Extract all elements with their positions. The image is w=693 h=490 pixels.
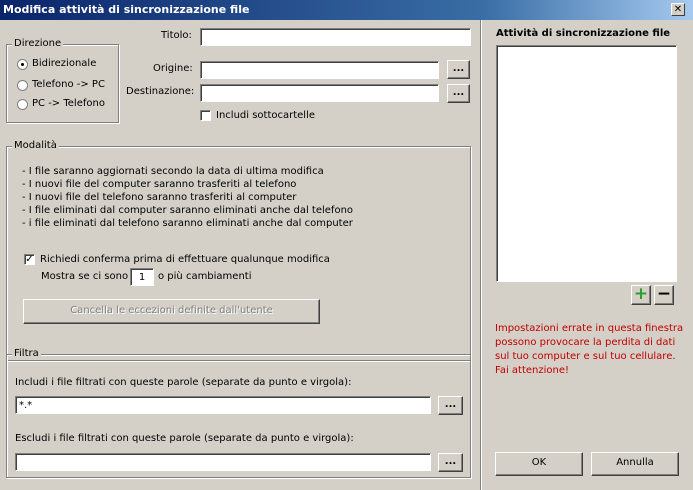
destination-input[interactable] bbox=[200, 84, 439, 102]
include-subfolders-checkbox[interactable] bbox=[200, 110, 211, 121]
add-task-button[interactable]: + bbox=[631, 285, 651, 305]
include-subfolders-label[interactable]: Includi sottocartelle bbox=[216, 110, 315, 122]
sync-tasks-heading: Attività di sincronizzazione file bbox=[496, 28, 671, 39]
mode-legend: Modalità bbox=[12, 140, 59, 152]
title-bar: Modifica attività di sincronizzazione fi… bbox=[0, 0, 693, 20]
include-filter-label: Includi i file filtrati con queste parol… bbox=[15, 377, 352, 388]
mode-line: - I nuovi file del computer saranno tras… bbox=[22, 179, 297, 190]
origin-label: Origine: bbox=[153, 63, 193, 74]
filter-legend: Filtra bbox=[12, 348, 41, 360]
include-filter-browse-button[interactable]: ... bbox=[438, 396, 463, 415]
radio-bidirectional-label[interactable]: Bidirezionale bbox=[32, 58, 96, 70]
mode-line: - I file eliminati dal computer saranno … bbox=[22, 205, 354, 216]
mode-line: - i file eliminati dal telefono saranno … bbox=[22, 218, 353, 229]
exclude-filter-browse-button[interactable]: ... bbox=[438, 453, 463, 472]
title-input[interactable] bbox=[200, 28, 471, 46]
sync-tasks-panel: Attività di sincronizzazione file + − Im… bbox=[480, 20, 693, 490]
confirm-checkbox[interactable]: ✓ bbox=[24, 254, 35, 265]
close-button[interactable]: ✕ bbox=[671, 3, 685, 16]
sync-tasks-list[interactable] bbox=[496, 45, 677, 282]
change-count-input[interactable] bbox=[130, 268, 154, 286]
show-suffix-label: o più cambiamenti bbox=[158, 271, 252, 282]
exclude-filter-label: Escludi i file filtrati con queste parol… bbox=[15, 433, 354, 444]
show-prefix-label: Mostra se ci sono bbox=[41, 271, 129, 282]
exclude-filter-input[interactable] bbox=[15, 453, 431, 471]
include-filter-input[interactable] bbox=[15, 396, 431, 414]
mode-line: - I nuovi file del telefono saranno tras… bbox=[22, 192, 297, 203]
window-title: Modifica attività di sincronizzazione fi… bbox=[3, 3, 250, 16]
destination-label: Destinazione: bbox=[126, 86, 195, 97]
remove-task-button[interactable]: − bbox=[654, 285, 674, 305]
warning-text: Impostazioni errate in questa finestra p… bbox=[495, 323, 684, 376]
mode-line: - I file saranno aggiornati secondo la d… bbox=[22, 166, 324, 177]
cancel-button[interactable]: Annulla bbox=[591, 452, 679, 476]
clear-exceptions-button[interactable]: Cancella le eccezioni definite dall'uten… bbox=[23, 299, 320, 324]
mode-description: - I file saranno aggiornati secondo la d… bbox=[22, 165, 353, 230]
destination-browse-button[interactable]: ... bbox=[447, 84, 470, 103]
dialog-body: Direzione Bidirezionale Telefono -> PC P… bbox=[0, 20, 693, 490]
radio-phone-to-pc[interactable] bbox=[17, 80, 28, 91]
radio-phone-to-pc-label[interactable]: Telefono -> PC bbox=[32, 79, 105, 91]
ok-button[interactable]: OK bbox=[495, 452, 583, 476]
origin-browse-button[interactable]: ... bbox=[447, 60, 470, 79]
confirm-label[interactable]: Richiedi conferma prima di effettuare qu… bbox=[40, 254, 330, 266]
radio-bidirectional[interactable] bbox=[17, 59, 28, 70]
radio-pc-to-phone-label[interactable]: PC -> Telefono bbox=[32, 98, 105, 110]
origin-input[interactable] bbox=[200, 61, 439, 79]
direction-legend: Direzione bbox=[12, 38, 64, 50]
radio-pc-to-phone[interactable] bbox=[17, 99, 28, 110]
title-label: Titolo: bbox=[161, 30, 192, 41]
